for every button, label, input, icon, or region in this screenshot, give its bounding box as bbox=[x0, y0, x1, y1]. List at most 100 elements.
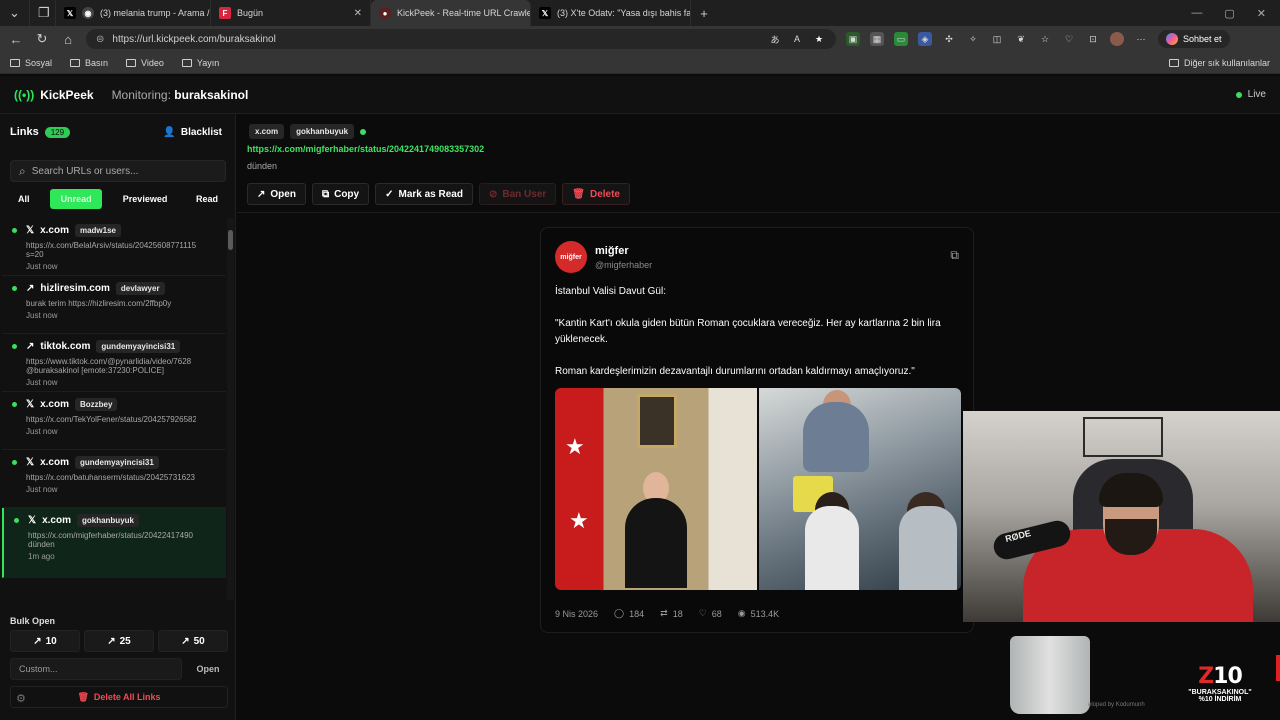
list-item[interactable]: 𝕏x.com madw1se https://x.com/BelalArsiv/s… bbox=[2, 218, 226, 276]
delete-button[interactable]: 🗑 Delete bbox=[562, 183, 630, 205]
chevron-down-icon: ⌄ bbox=[9, 5, 20, 20]
copy-icon: ⧉ bbox=[321, 188, 330, 200]
extension-icon[interactable]: ▦ bbox=[870, 32, 884, 46]
monitoring-label: Monitoring: bbox=[111, 87, 171, 102]
bookmark-folder[interactable]: Basın bbox=[70, 58, 108, 68]
extension-icon[interactable]: ◈ bbox=[918, 32, 932, 46]
retweets-stat[interactable]: ⇄ 18 bbox=[660, 608, 683, 619]
folder-icon bbox=[1168, 58, 1179, 67]
copilot-button[interactable]: Sohbet et bbox=[1158, 30, 1230, 48]
delete-all-label: Delete All Links bbox=[93, 692, 161, 702]
filter-unread[interactable]: Unread bbox=[50, 189, 103, 209]
bookmark-folder[interactable]: Yayın bbox=[181, 58, 219, 68]
star-icon[interactable]: ★ bbox=[812, 32, 826, 46]
new-tab-button[interactable]: + bbox=[691, 0, 717, 26]
tweet-stats: 9 Nis 2026 ◯ 184 ⇄ 18 ♡ 68 ◉ 513.4K bbox=[555, 608, 779, 619]
bulk-open-25-button[interactable]: ↗ 25 bbox=[84, 630, 154, 652]
brand-name: KickPeek bbox=[40, 87, 94, 102]
promo-overlay: Z10 "BURAKSAKINOL" %10 İNDİRİM bbox=[1172, 664, 1268, 714]
list-scrollbar[interactable] bbox=[227, 218, 234, 600]
search-input[interactable] bbox=[31, 165, 212, 177]
external-link-icon: ↗ bbox=[107, 635, 116, 647]
tweet-media[interactable]: ★ ★ bbox=[555, 388, 961, 590]
extension-icon[interactable]: ✣ bbox=[942, 32, 956, 46]
list-item[interactable]: ↗ hizliresim.com devlawyer burak terim htt… bbox=[2, 276, 226, 334]
links-title: Links bbox=[10, 126, 39, 138]
views-stat[interactable]: ◉ 513.4K bbox=[738, 608, 779, 619]
home-icon[interactable]: ⌂ bbox=[60, 32, 76, 47]
copilot-icon bbox=[1166, 33, 1178, 45]
item-url-extra: dünden bbox=[28, 540, 55, 549]
list-item[interactable]: ↗ tiktok.com gundemyayincisi31 https://www… bbox=[2, 334, 226, 392]
browser-essentials-icon[interactable]: ❦ bbox=[1014, 32, 1028, 46]
copy-button[interactable]: ⧉ Copy bbox=[311, 183, 370, 205]
item-user: devlawyer bbox=[115, 282, 165, 295]
site-info-icon[interactable]: ⊜ bbox=[96, 34, 104, 45]
brand[interactable]: ((•)) KickPeek bbox=[14, 88, 94, 102]
replies-stat[interactable]: ◯ 184 bbox=[614, 608, 644, 619]
blacklist-button[interactable]: 👤 Blacklist bbox=[163, 127, 222, 138]
extension-icon[interactable]: ▣ bbox=[846, 32, 860, 46]
list-item-selected[interactable]: 𝕏x.com gokhanbuyuk https://x.com/migferha… bbox=[2, 508, 226, 578]
custom-open-button[interactable]: Open bbox=[188, 658, 228, 680]
reload-icon[interactable]: ↻ bbox=[34, 31, 50, 47]
detail-url-link[interactable]: https://x.com/migferhaber/status/2042241… bbox=[247, 144, 484, 154]
ban-user-button[interactable]: ⊘ Ban User bbox=[478, 183, 557, 205]
monitoring-user: buraksakinol bbox=[174, 87, 249, 102]
performance-icon[interactable]: ♡ bbox=[1062, 32, 1076, 46]
item-time: Just now bbox=[26, 262, 58, 271]
filter-all[interactable]: All bbox=[10, 189, 38, 209]
item-domain: x.com bbox=[40, 399, 69, 410]
media-photo-governor[interactable]: ★ ★ bbox=[555, 388, 757, 590]
list-item[interactable]: 𝕏x.com gundemyayincisi31 https://x.com/ba… bbox=[2, 450, 226, 508]
maximize-icon[interactable]: ▢ bbox=[1224, 7, 1234, 20]
tweet-handle: @migferhaber bbox=[595, 260, 653, 270]
read-aloud-icon[interactable]: A bbox=[790, 32, 804, 46]
external-link-icon[interactable]: ⧉ bbox=[950, 248, 959, 263]
filter-read[interactable]: Read bbox=[188, 189, 226, 209]
tab-x-odatv[interactable]: 𝕏 (3) X'te Odatv: "Yasa dışı bahis faal … bbox=[531, 0, 691, 26]
custom-count-input[interactable] bbox=[10, 658, 182, 680]
detail-time: dünden bbox=[247, 161, 278, 171]
close-icon[interactable]: ✕ bbox=[354, 8, 362, 19]
bookmark-folder[interactable]: Video bbox=[126, 58, 164, 68]
extensions-puzzle-icon[interactable]: ✧ bbox=[966, 32, 980, 46]
bulk-open-50-button[interactable]: ↗ 50 bbox=[158, 630, 228, 652]
tab-bugun[interactable]: F Bugün ✕ bbox=[211, 0, 371, 26]
bookmark-folder[interactable]: Sosyal bbox=[10, 58, 52, 68]
bulk-open-10-button[interactable]: ↗ 10 bbox=[10, 630, 80, 652]
tab-actions-menu[interactable]: ⌄ bbox=[0, 0, 30, 26]
delete-all-button[interactable]: 🗑 Delete All Links bbox=[10, 686, 228, 708]
close-window-icon[interactable]: ✕ bbox=[1257, 7, 1266, 20]
workspaces-button[interactable]: ❐ bbox=[30, 0, 56, 26]
scrollbar-thumb[interactable] bbox=[228, 230, 233, 250]
screenshot-icon[interactable]: ⊡ bbox=[1086, 32, 1100, 46]
tweet-author[interactable]: miğfer bbox=[595, 245, 629, 257]
unread-dot-icon bbox=[14, 518, 19, 523]
unread-dot-icon bbox=[12, 228, 17, 233]
unread-dot-icon bbox=[12, 344, 17, 349]
item-user: madw1se bbox=[74, 224, 121, 237]
minimize-icon[interactable]: — bbox=[1191, 7, 1202, 20]
mark-as-read-button[interactable]: ✓ Mark as Read bbox=[375, 183, 473, 205]
tab-title: Bugün bbox=[237, 8, 264, 18]
profile-avatar[interactable] bbox=[1110, 32, 1124, 46]
tab-x-search[interactable]: 𝕏 ◉ (3) melania trump - Arama / X ✕ bbox=[56, 0, 211, 26]
back-icon[interactable]: ← bbox=[8, 32, 24, 47]
url-bar[interactable]: ⊜ https://url.kickpeek.com/buraksakinol … bbox=[86, 29, 836, 49]
extension-icon[interactable]: ▭ bbox=[894, 32, 908, 46]
x-icon: 𝕏 bbox=[26, 399, 35, 410]
filter-previewed[interactable]: Previewed bbox=[115, 189, 176, 209]
split-screen-icon[interactable]: ◫ bbox=[990, 32, 1004, 46]
tab-kickpeek[interactable]: ● KickPeek - Real-time URL Crawler ✕ bbox=[371, 0, 531, 26]
other-bookmarks[interactable]: Diğer sık kullanılanlar bbox=[1168, 58, 1270, 68]
likes-stat[interactable]: ♡ 68 bbox=[699, 608, 722, 619]
list-item[interactable]: 𝕏x.com Bozzbey https://x.com/TekYolFener/… bbox=[2, 392, 226, 450]
favorites-icon[interactable]: ☆ bbox=[1038, 32, 1052, 46]
more-icon[interactable]: ⋯ bbox=[1134, 32, 1148, 46]
media-photo-canteen[interactable] bbox=[759, 388, 961, 590]
open-button[interactable]: ↗ Open bbox=[247, 183, 306, 205]
gear-icon[interactable]: ⚙ bbox=[16, 692, 26, 705]
translate-icon[interactable]: あ bbox=[768, 32, 782, 46]
avatar[interactable]: miğfer bbox=[555, 241, 587, 273]
